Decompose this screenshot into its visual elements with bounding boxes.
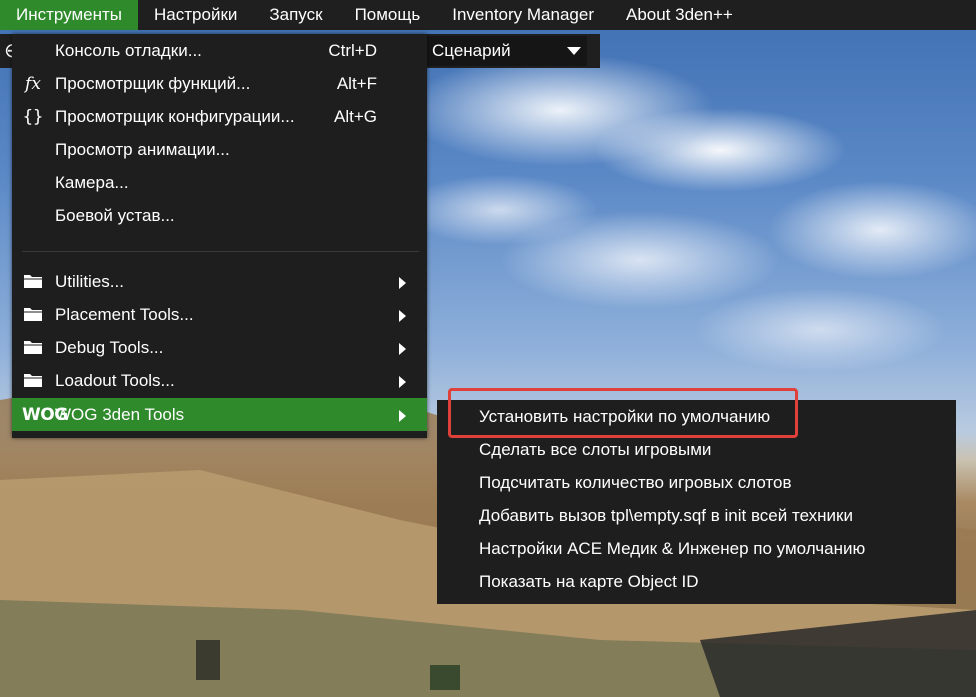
braces-icon: {} bbox=[22, 107, 44, 127]
submenu-item-label: Настройки ACE Медик & Инженер по умолчан… bbox=[479, 539, 866, 558]
wog-logo-icon: WOG bbox=[22, 405, 68, 425]
menu-about-3den[interactable]: About 3den++ bbox=[610, 0, 749, 30]
menu-item-label: Placement Tools... bbox=[55, 305, 194, 324]
menu-item-label: Просмотрщик функций... bbox=[55, 74, 251, 93]
folder-icon bbox=[22, 272, 44, 292]
menu-item-debug-tools[interactable]: Debug Tools... bbox=[12, 331, 427, 364]
menu-item-shortcut: Alt+G bbox=[334, 107, 377, 126]
submenu-item-ace-defaults[interactable]: Настройки ACE Медик & Инженер по умолчан… bbox=[437, 532, 956, 565]
chevron-right-icon bbox=[399, 376, 406, 388]
menu-item-label: Боевой устав... bbox=[55, 206, 175, 225]
menu-item-config-viewer[interactable]: {} Просмотрщик конфигурации... Alt+G bbox=[12, 100, 427, 133]
menu-item-label: Debug Tools... bbox=[55, 338, 164, 357]
chevron-down-icon[interactable] bbox=[567, 47, 581, 55]
menu-item-label: Просмотрщик конфигурации... bbox=[55, 107, 295, 126]
menu-launch[interactable]: Запуск bbox=[253, 0, 338, 30]
chevron-right-icon bbox=[399, 277, 406, 289]
menu-item-debug-console[interactable]: Консоль отладки... Ctrl+D bbox=[12, 34, 427, 67]
menu-item-animation-viewer[interactable]: Просмотр анимации... bbox=[12, 133, 427, 166]
menu-item-label: Utilities... bbox=[55, 272, 124, 291]
submenu-item-add-empty-sqf[interactable]: Добавить вызов tpl\empty.sqf в init всей… bbox=[437, 499, 956, 532]
folder-icon bbox=[22, 338, 44, 358]
menu-item-label: Просмотр анимации... bbox=[55, 140, 230, 159]
menu-item-wog-3den-tools[interactable]: WOG WOG 3den Tools bbox=[12, 398, 427, 431]
submenu-item-label: Подсчитать количество игровых слотов bbox=[479, 473, 792, 492]
menu-help[interactable]: Помощь bbox=[339, 0, 437, 30]
menu-item-field-manual[interactable]: Боевой устав... bbox=[12, 199, 427, 232]
folder-icon bbox=[22, 305, 44, 325]
menu-item-functions-viewer[interactable]: fx Просмотрщик функций... Alt+F bbox=[12, 67, 427, 100]
menu-item-label: Консоль отладки... bbox=[55, 41, 202, 60]
tools-menu: Консоль отладки... Ctrl+D fx Просмотрщик… bbox=[12, 34, 427, 438]
menu-item-utilities[interactable]: Utilities... bbox=[12, 265, 427, 298]
menu-item-loadout-tools[interactable]: Loadout Tools... bbox=[12, 364, 427, 397]
editor-window: Инструменты Настройки Запуск Помощь Inve… bbox=[0, 0, 976, 697]
submenu-item-label: Добавить вызов tpl\empty.sqf в init всей… bbox=[479, 506, 853, 525]
menu-separator bbox=[22, 251, 419, 252]
menu-item-label: Loadout Tools... bbox=[55, 371, 175, 390]
main-menu-bar: Инструменты Настройки Запуск Помощь Inve… bbox=[0, 0, 976, 30]
fx-icon: fx bbox=[25, 74, 41, 94]
menu-item-shortcut: Ctrl+D bbox=[328, 41, 377, 60]
folder-icon bbox=[22, 371, 44, 391]
scenario-dropdown[interactable]: Сценарий bbox=[425, 36, 587, 66]
chevron-right-icon bbox=[399, 343, 406, 355]
menu-item-shortcut: Alt+F bbox=[336, 74, 377, 93]
menu-inventory-manager[interactable]: Inventory Manager bbox=[436, 0, 610, 30]
chevron-right-icon bbox=[399, 410, 406, 422]
menu-item-placement-tools[interactable]: Placement Tools... bbox=[12, 298, 427, 331]
scenario-dropdown-label: Сценарий bbox=[432, 41, 511, 60]
menu-settings[interactable]: Настройки bbox=[138, 0, 253, 30]
submenu-item-show-object-id[interactable]: Показать на карте Object ID bbox=[437, 565, 956, 598]
submenu-item-count-slots[interactable]: Подсчитать количество игровых слотов bbox=[437, 466, 956, 499]
submenu-item-label: Показать на карте Object ID bbox=[479, 572, 699, 591]
menu-item-label: Камера... bbox=[55, 173, 129, 192]
menu-item-label: WOG 3den Tools bbox=[55, 405, 185, 424]
menu-item-camera[interactable]: Камера... bbox=[12, 166, 427, 199]
chevron-right-icon bbox=[399, 310, 406, 322]
callout-highlight bbox=[448, 388, 798, 438]
menu-tools[interactable]: Инструменты bbox=[0, 0, 139, 30]
